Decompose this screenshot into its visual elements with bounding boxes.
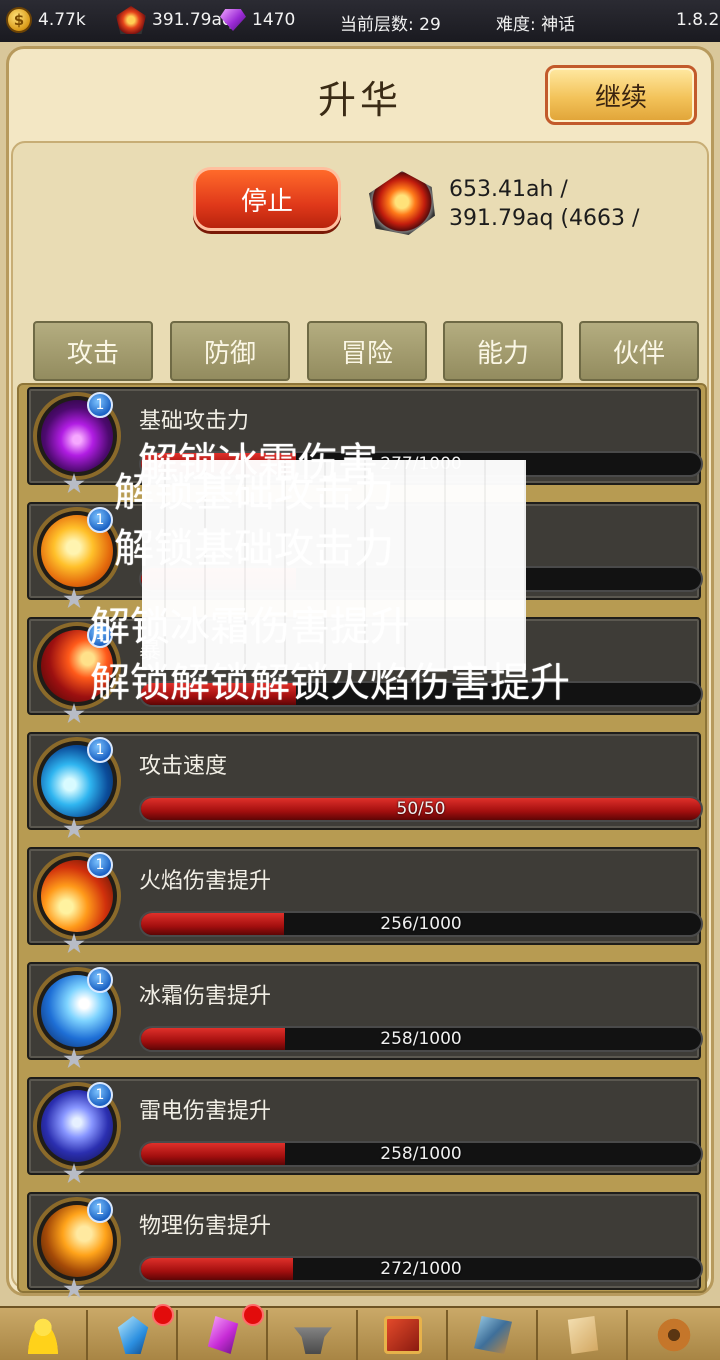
skill-row[interactable]: 1 火焰伤害提升 256/1000 [27,847,703,954]
progress-bar [139,681,703,707]
top-status-bar: $ 4.77k 391.79aq 1470 当前层数: 29 难度: 神话 1.… [0,0,720,42]
skill-row[interactable]: 1 攻击速度 50/50 [27,732,703,839]
level-badge: 1 [87,967,113,993]
progress-bar: 272/1000 [139,1256,703,1282]
tab-ability[interactable]: 能力 [443,321,563,381]
skill-name: 物理伤害提升 [139,1214,272,1239]
scroll-icon [567,1316,599,1354]
level-badge: 1 [87,1082,113,1108]
progress-text: 258/1000 [380,1029,462,1049]
stop-button[interactable]: 停止 [193,167,341,231]
user-icon [24,1316,62,1354]
ascension-panel: 停止 653.41ah / 391.79aq (4663 / 攻击 防御 冒险 … [11,141,709,1299]
red-gem-counter: 391.79aq [116,6,233,34]
nav-character[interactable] [0,1310,88,1360]
skill-name: 雷电伤害提升 [139,1099,272,1124]
level-badge: 1 [87,392,113,418]
skill-row[interactable]: 1 物理伤害提升 272/1000 [27,1192,703,1299]
progress-text: 272/1000 [380,1259,462,1279]
level-badge: 1 [87,1197,113,1223]
skill-row[interactable]: 1 暴 [27,617,703,724]
nav-purple-crystal[interactable] [180,1304,268,1360]
notification-dot [242,1304,264,1326]
skill-name: 基础攻击力 [139,409,250,434]
level-badge: 1 [87,622,113,648]
progress-bar: 258/1000 [139,1141,703,1167]
nav-map[interactable] [450,1310,538,1360]
level-badge: 1 [87,507,113,533]
level-badge: 1 [87,737,113,763]
nav-spellbook[interactable] [360,1310,448,1360]
gear-icon [655,1316,693,1354]
progress-text: 258/1000 [380,1144,462,1164]
ascension-window: 升华 继续 停止 653.41ah / 391.79aq (4663 / 攻击 … [6,46,714,1299]
blue-crystal-icon [117,1316,149,1354]
cost-display: 653.41ah / 391.79aq (4663 / [449,175,639,233]
anvil-icon [294,1327,332,1354]
skill-name: 冰霜伤害提升 [139,984,272,1009]
skill-row[interactable]: 1 冰霜伤害提升 258/1000 [27,962,703,1069]
gold-coin-icon: $ [6,7,32,33]
red-gem-icon [116,6,146,34]
progress-text [141,568,701,590]
progress-text: 50/50 [396,799,446,819]
skill-list: 1 基础攻击力 277/1000 1 1 暴 1 攻击速度 50/50 1 火焰… [17,383,707,1299]
red-gem-cost-icon [369,171,435,235]
skill-row[interactable]: 1 基础攻击力 277/1000 [27,387,703,494]
spellbook-icon [384,1316,422,1354]
tab-attack[interactable]: 攻击 [33,321,153,381]
progress-bar [139,566,703,592]
cost-owned: 391.79aq (4663 / [449,206,640,231]
purple-gem-amount: 1470 [252,10,296,30]
skill-name: 火焰伤害提升 [139,869,272,894]
difficulty-label: 难度: 神话 [496,15,576,35]
progress-text: 277/1000 [380,454,462,474]
progress-bar: 50/50 [139,796,703,822]
gold-amount: 4.77k [38,10,86,30]
skill-name: 暴 [139,639,162,664]
tab-defense[interactable]: 防御 [170,321,290,381]
purple-crystal-icon [207,1316,239,1354]
tab-adventure[interactable]: 冒险 [307,321,427,381]
version-label: 1.8.2 [676,10,720,30]
cost-required: 653.41ah / [449,177,568,202]
nav-forge[interactable] [270,1310,358,1360]
progress-bar: 258/1000 [139,1026,703,1052]
nav-quests[interactable] [540,1310,628,1360]
skill-name: 攻击速度 [139,754,228,779]
progress-text [141,683,701,705]
purple-gem-counter: 1470 [220,9,295,31]
purple-gem-icon [220,9,246,31]
floor-label: 当前层数: 29 [340,15,441,35]
category-tabs: 攻击 防御 冒险 能力 伙伴 [33,321,703,383]
map-icon [474,1316,512,1354]
skill-row[interactable]: 1 [27,502,703,609]
gold-counter: $ 4.77k [6,7,86,33]
skill-row[interactable]: 1 雷电伤害提升 258/1000 [27,1077,703,1184]
nav-blue-crystal[interactable] [90,1304,178,1360]
notification-dot [152,1304,174,1326]
progress-bar: 277/1000 [139,451,703,477]
level-badge: 1 [87,852,113,878]
nav-settings[interactable] [630,1310,718,1360]
continue-button[interactable]: 继续 [545,65,697,125]
tab-companion[interactable]: 伙伴 [579,321,699,381]
bottom-nav [0,1304,720,1360]
progress-bar: 256/1000 [139,911,703,937]
progress-text: 256/1000 [380,914,462,934]
